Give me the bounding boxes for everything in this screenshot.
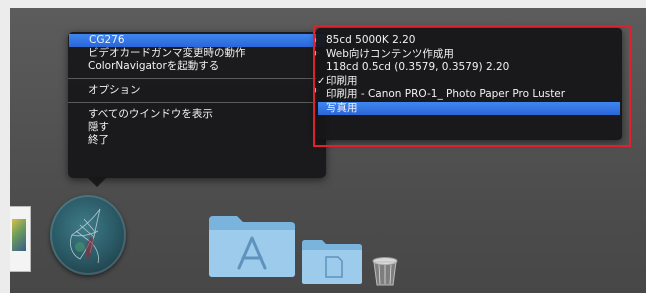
menu-item-label: 終了 — [88, 134, 109, 146]
menu-item-label: すべてのウインドウを表示 — [88, 108, 213, 120]
dock-item-photo-viewer[interactable] — [10, 206, 31, 272]
menu-item-label: ColorNavigatorを起動する — [88, 60, 220, 72]
menu-separator — [68, 102, 326, 103]
menu-item-hide[interactable]: 隠す — [68, 121, 326, 134]
applications-folder-icon[interactable] — [207, 208, 297, 278]
menu-item-cg276[interactable]: CG276 ▶ — [69, 34, 325, 47]
menu-separator — [68, 78, 326, 79]
menu-item-label: CG276 — [89, 34, 125, 46]
menu-item-label: 隠す — [88, 121, 109, 133]
menu-item-label: ビデオカードガンマ変更時の動作 — [88, 47, 246, 59]
butterfly-icon — [70, 208, 101, 264]
documents-folder-icon[interactable] — [300, 235, 364, 285]
menu-item-launch-colornavigator[interactable]: ColorNavigatorを起動する — [68, 60, 326, 73]
menu-pointer — [87, 177, 107, 187]
menu-item-label: オプション — [88, 84, 141, 96]
menu-item-show-all-windows[interactable]: すべてのウインドウを表示 — [68, 108, 326, 121]
desktop: CG276 ▶ ビデオカードガンマ変更時の動作 ▶ ColorNavigator… — [10, 8, 646, 293]
dock-context-menu: CG276 ▶ ビデオカードガンマ変更時の動作 ▶ ColorNavigator… — [68, 32, 326, 178]
menu-item-gamma-behavior[interactable]: ビデオカードガンマ変更時の動作 ▶ — [68, 47, 326, 60]
menu-item-quit[interactable]: 終了 — [68, 134, 326, 147]
annotation-highlight-box — [313, 25, 631, 147]
photo-thumbnail-icon — [12, 219, 26, 251]
trash-icon[interactable] — [369, 256, 401, 286]
menu-item-options[interactable]: オプション ▶ — [68, 84, 326, 97]
colornavigator-dock-icon[interactable] — [50, 195, 126, 275]
